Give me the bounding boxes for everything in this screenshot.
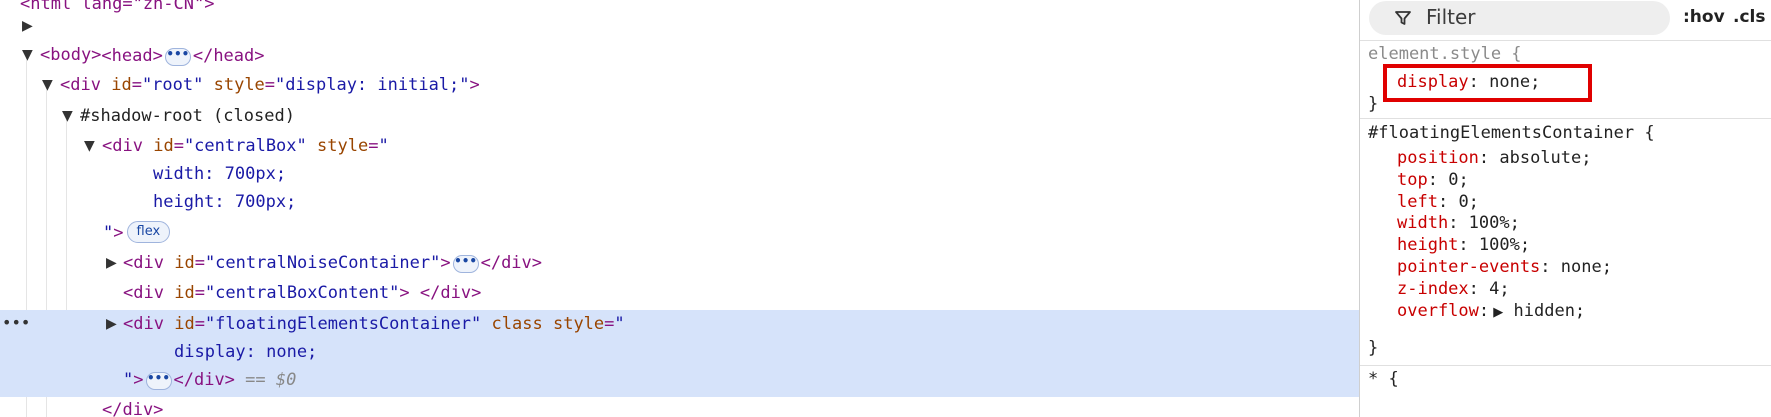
- collapse-triangle-icon[interactable]: ▼: [42, 70, 53, 100]
- console-ref-marker: == $0: [234, 370, 297, 390]
- floating-container-node[interactable]: ▶ <div id="floatingElementsContainer" cl…: [0, 309, 1359, 339]
- style-value: 0;: [1448, 191, 1479, 212]
- style-value: 0;: [1437, 169, 1469, 190]
- expand-triangle-icon[interactable]: ▶: [1489, 305, 1503, 320]
- styles-pane: Filter :hov .cls element.style { display…: [1360, 0, 1771, 417]
- root-style-attr: style: [213, 75, 265, 95]
- style-property: top: [1397, 169, 1428, 190]
- central-box-node[interactable]: ▼ <div id="centralBox" style=": [0, 131, 1359, 161]
- central-box-height-line: height: 700px;: [153, 192, 297, 212]
- root-style-value: "display: initial;": [275, 75, 470, 95]
- central-box-style-attr: style: [317, 136, 369, 156]
- flex-badge[interactable]: flex: [126, 221, 171, 243]
- collapse-triangle-icon[interactable]: ▼: [62, 101, 73, 131]
- body-open-tag: <body>: [40, 45, 102, 65]
- style-declaration[interactable]: overflow: ▶ hidden;: [1397, 299, 1585, 324]
- style-value: hidden;: [1503, 300, 1586, 321]
- expand-triangle-icon[interactable]: ▶: [106, 248, 117, 278]
- head-node[interactable]: ▶ <head> ••• </head>: [0, 11, 1359, 66]
- central-box-tag-open: <div: [102, 136, 143, 156]
- floating-id-value: "floatingElementsContainer": [204, 314, 482, 334]
- collapse-triangle-icon[interactable]: ▼: [84, 131, 95, 161]
- highlight-box: [1383, 64, 1592, 102]
- floating-rule-selector: #floatingElementsContainer {: [1368, 123, 1655, 143]
- central-box-width-line: width: 700px;: [153, 164, 287, 184]
- div-close-node[interactable]: </div>: [0, 395, 1359, 417]
- central-box-style-quote: ": [378, 136, 389, 156]
- style-value: 100%;: [1468, 235, 1531, 256]
- central-box-style-end: "> flex: [0, 218, 1359, 248]
- shadow-root-node[interactable]: ▼ #shadow-root (closed): [0, 101, 1359, 131]
- universal-rule-selector: * {: [1368, 369, 1399, 389]
- root-id-attr: id: [111, 75, 132, 95]
- style-property: z-index: [1397, 278, 1469, 299]
- filter-icon: [1395, 11, 1411, 25]
- styles-filter-input[interactable]: Filter: [1369, 1, 1670, 35]
- expand-triangle-icon[interactable]: ▶: [22, 11, 33, 41]
- ellipsis-badge[interactable]: •••: [145, 372, 172, 390]
- body-node[interactable]: ▼ <body>: [0, 40, 1359, 70]
- box-content-node[interactable]: <div id="centralBoxContent"> </div>: [0, 278, 1359, 308]
- root-tag-open: <div: [60, 75, 101, 95]
- style-property: pointer-events: [1397, 257, 1541, 277]
- central-box-id-attr: id: [153, 136, 174, 156]
- root-div-node[interactable]: ▼ <div id="root" style="display: initial…: [0, 70, 1359, 100]
- root-id-value: "root": [141, 75, 204, 95]
- expand-triangle-icon[interactable]: ▶: [106, 309, 117, 339]
- style-property: position: [1397, 148, 1479, 168]
- class-toggle[interactable]: .cls: [1733, 7, 1765, 27]
- central-box-id-value: "centralBox": [183, 136, 307, 156]
- floating-display-line: display: none;: [174, 342, 318, 362]
- floating-style-end: "> ••• </div> == $0: [123, 370, 297, 390]
- elements-tree-panel: <html lang="zh-CN"> ▶ <head> ••• </head> ▼…: [0, 0, 1359, 417]
- noise-container-node[interactable]: ▶ <div id="centralNoiseContainer"> ••• </d…: [0, 248, 1359, 278]
- ellipsis-badge[interactable]: •••: [452, 255, 479, 273]
- style-property: left: [1397, 191, 1438, 212]
- floating-class-attr: class: [491, 314, 543, 334]
- style-value: absolute;: [1489, 148, 1592, 168]
- noise-id-value: "centralNoiseContainer": [204, 253, 441, 273]
- style-property: width: [1397, 213, 1449, 234]
- hover-state-toggle[interactable]: :hov: [1683, 7, 1725, 27]
- shadow-root-label: #shadow-root (closed): [80, 106, 295, 126]
- root-tag-close: >: [469, 75, 480, 95]
- element-style-close: }: [1368, 94, 1379, 114]
- style-value: 100%;: [1458, 213, 1520, 234]
- floating-rule-close: }: [1368, 338, 1379, 358]
- content-id-value: "centralBoxContent": [204, 283, 400, 303]
- filter-placeholder: Filter: [1426, 5, 1476, 29]
- style-property: height: [1397, 235, 1459, 256]
- style-property: overflow: [1397, 300, 1479, 321]
- collapse-triangle-icon[interactable]: ▼: [22, 40, 33, 70]
- style-value: 4;: [1478, 278, 1510, 299]
- style-value: none;: [1550, 257, 1612, 277]
